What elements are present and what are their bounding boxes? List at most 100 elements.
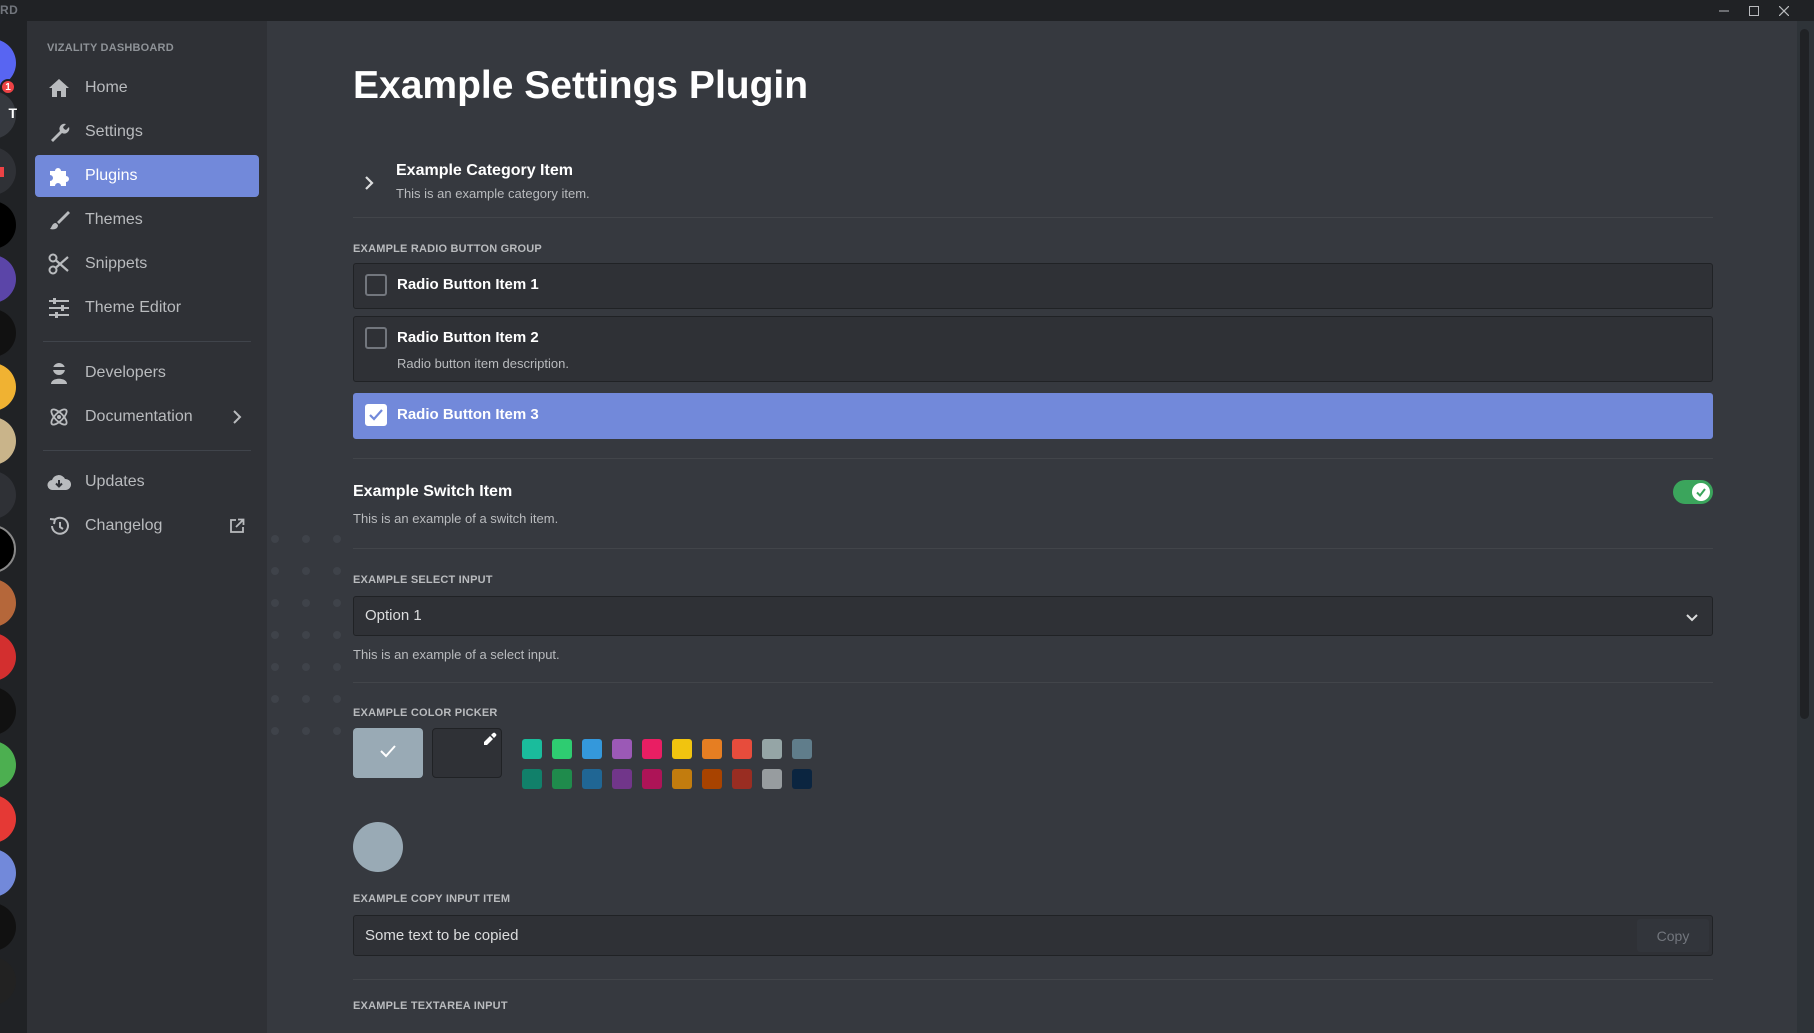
server-icon[interactable] xyxy=(0,849,16,897)
color-swatch[interactable] xyxy=(702,739,722,759)
color-swatch[interactable] xyxy=(582,769,602,789)
sidebar-item-home[interactable]: Home xyxy=(35,67,259,109)
color-swatch[interactable] xyxy=(672,769,692,789)
scrollbar[interactable] xyxy=(1797,21,1814,1033)
sidebar-item-label: Themes xyxy=(85,211,143,228)
color-swatch[interactable] xyxy=(672,739,692,759)
radio-title: Radio Button Item 2 xyxy=(397,329,539,346)
sidebar-item-settings[interactable]: Settings xyxy=(35,111,259,153)
sidebar-divider xyxy=(43,450,251,451)
server-icon[interactable] xyxy=(0,795,16,843)
sidebar-item-label: Updates xyxy=(85,473,145,490)
sidebar-item-label: Plugins xyxy=(85,167,138,184)
puzzle-icon xyxy=(47,164,71,188)
maximize-icon[interactable] xyxy=(1740,0,1768,21)
category-item[interactable]: Example Category Item This is an example… xyxy=(353,155,1713,219)
color-swatch[interactable] xyxy=(522,769,542,789)
server-icon[interactable] xyxy=(0,147,16,195)
color-swatch[interactable] xyxy=(792,739,812,759)
select-input[interactable]: Option 1 xyxy=(353,596,1713,636)
color-swatch[interactable] xyxy=(642,769,662,789)
chevron-right-icon[interactable] xyxy=(227,407,247,427)
server-icon[interactable] xyxy=(0,687,16,735)
developer-icon xyxy=(47,361,71,385)
color-swatch[interactable] xyxy=(762,769,782,789)
cloud-download-icon xyxy=(47,470,71,494)
server-icon[interactable] xyxy=(0,525,16,573)
color-swatch[interactable] xyxy=(612,769,632,789)
sidebar-item-label: Developers xyxy=(85,364,166,381)
server-initial: T xyxy=(8,105,17,121)
server-icon[interactable] xyxy=(0,471,16,519)
color-swatch[interactable] xyxy=(552,769,572,789)
decorative-dot xyxy=(333,695,341,703)
color-swatch[interactable] xyxy=(522,739,542,759)
select-value: Option 1 xyxy=(365,607,422,624)
app-brand: RD xyxy=(0,3,19,17)
decorative-dot xyxy=(333,631,341,639)
decorative-dot xyxy=(333,727,341,735)
color-swatch[interactable] xyxy=(732,739,752,759)
color-swatch[interactable] xyxy=(552,739,572,759)
sidebar-item-plugins[interactable]: Plugins xyxy=(35,155,259,197)
decorative-dot xyxy=(271,727,279,735)
sidebar-item-changelog[interactable]: Changelog xyxy=(35,505,259,547)
scrollbar-thumb[interactable] xyxy=(1800,29,1809,719)
decorative-dot xyxy=(302,727,310,735)
switch-toggle[interactable] xyxy=(1673,480,1713,504)
server-icon[interactable]: T xyxy=(0,91,17,139)
decorative-dot xyxy=(302,535,310,543)
color-swatch[interactable] xyxy=(732,769,752,789)
external-link-icon[interactable] xyxy=(227,516,247,536)
server-icon[interactable] xyxy=(0,417,16,465)
color-swatch[interactable] xyxy=(582,739,602,759)
server-icon[interactable] xyxy=(0,903,16,951)
radio-checkbox[interactable] xyxy=(365,327,387,349)
decorative-dot xyxy=(333,535,341,543)
sidebar-item-label: Home xyxy=(85,79,128,96)
category-description: This is an example category item. xyxy=(396,186,590,201)
color-swatch[interactable] xyxy=(762,739,782,759)
sidebar-heading: VIZALITY DASHBOARD xyxy=(47,42,174,54)
server-icon[interactable] xyxy=(0,363,16,411)
dashboard-sidebar: VIZALITY DASHBOARD Home Settings Plugins… xyxy=(27,21,267,1033)
color-swatch[interactable] xyxy=(702,769,722,789)
server-icon[interactable] xyxy=(0,201,16,249)
minimize-icon[interactable] xyxy=(1710,0,1738,21)
sidebar-item-snippets[interactable]: Snippets xyxy=(35,243,259,285)
sidebar-item-label: Theme Editor xyxy=(85,299,182,316)
server-icon[interactable] xyxy=(0,579,16,627)
server-icon[interactable] xyxy=(0,957,16,1005)
sidebar-item-label: Snippets xyxy=(85,255,148,272)
server-icon[interactable] xyxy=(0,741,16,789)
server-icon[interactable] xyxy=(0,633,16,681)
copy-input[interactable]: Some text to be copied Copy xyxy=(353,915,1713,956)
decorative-dot xyxy=(302,599,310,607)
color-swatch[interactable] xyxy=(612,739,632,759)
server-icon[interactable] xyxy=(0,255,16,303)
color-swatch[interactable] xyxy=(792,769,812,789)
radio-item-1[interactable]: Radio Button Item 1 xyxy=(353,263,1713,309)
checkmark-icon[interactable] xyxy=(365,404,387,426)
decorative-dot xyxy=(271,599,279,607)
radio-item-3[interactable]: Radio Button Item 3 xyxy=(353,393,1713,439)
wrench-icon xyxy=(47,120,71,144)
sidebar-item-documentation[interactable]: Documentation xyxy=(35,396,259,438)
custom-color-swatch[interactable] xyxy=(432,728,502,778)
color-swatch[interactable] xyxy=(642,739,662,759)
sidebar-item-developers[interactable]: Developers xyxy=(35,352,259,394)
radio-checkbox[interactable] xyxy=(365,274,387,296)
default-color-swatch[interactable] xyxy=(353,728,423,778)
divider xyxy=(353,217,1713,218)
sidebar-item-updates[interactable]: Updates xyxy=(35,461,259,503)
select-label: EXAMPLE SELECT INPUT xyxy=(353,574,493,586)
chevron-down-icon xyxy=(1682,607,1702,627)
switch-title: Example Switch Item xyxy=(353,483,513,500)
close-icon[interactable] xyxy=(1770,0,1798,21)
server-icon[interactable] xyxy=(0,309,16,357)
radio-item-2[interactable]: Radio Button Item 2 Radio button item de… xyxy=(353,316,1713,382)
sidebar-item-theme-editor[interactable]: Theme Editor xyxy=(35,287,259,329)
decorative-dot xyxy=(302,695,310,703)
sidebar-item-themes[interactable]: Themes xyxy=(35,199,259,241)
copy-button[interactable]: Copy xyxy=(1637,919,1709,952)
